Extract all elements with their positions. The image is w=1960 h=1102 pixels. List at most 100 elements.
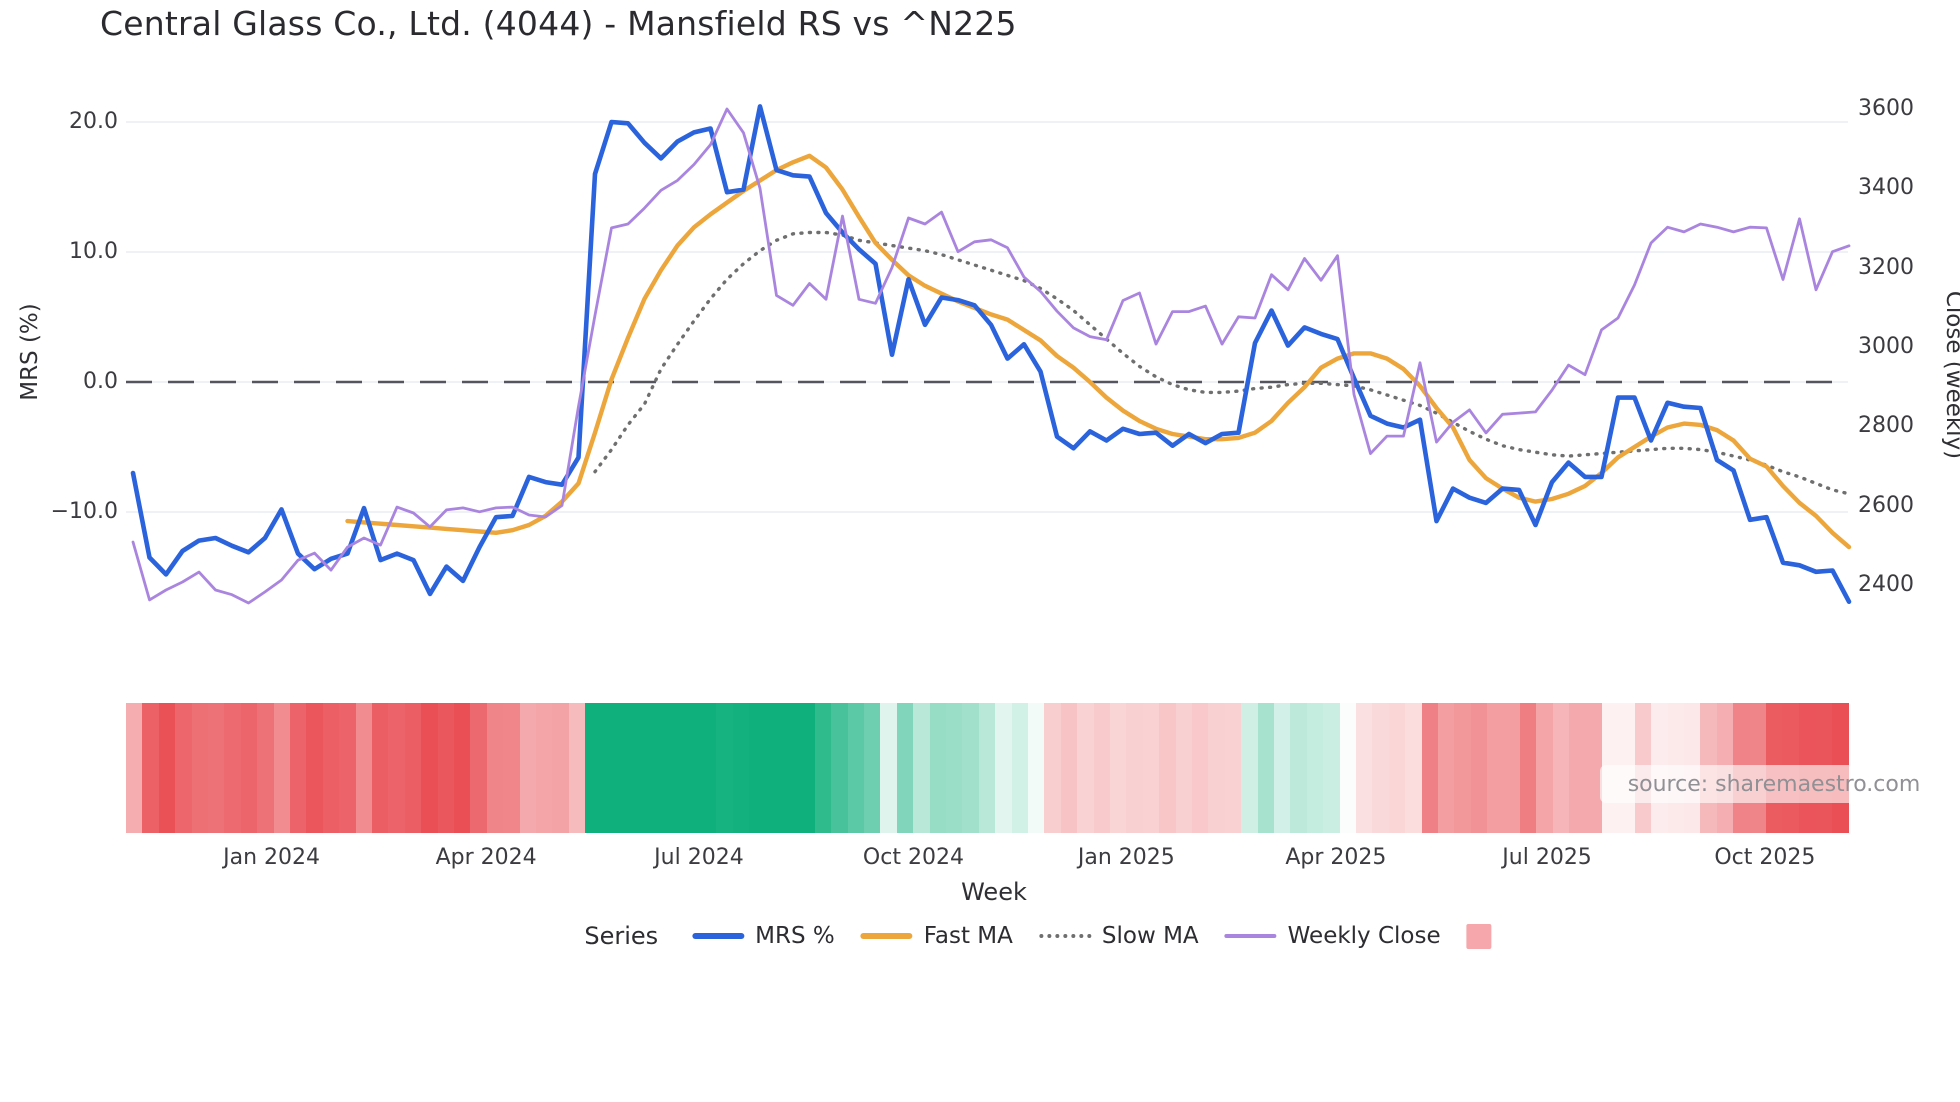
heatmap-cell — [732, 703, 750, 833]
watermark-text: source: sharemaestro.com — [1627, 771, 1921, 797]
heatmap-cell — [618, 703, 636, 833]
legend-item-slow-ma: Slow MA — [1038, 923, 1199, 949]
heatmap-cell — [1323, 703, 1341, 833]
legend-item-label: MRS % — [755, 923, 835, 949]
legend-title: Series — [584, 922, 659, 950]
legend-line-swatch — [692, 933, 745, 939]
heatmap-cell — [208, 703, 226, 833]
heatmap-cell — [847, 703, 865, 833]
heatmap-cell — [1552, 703, 1570, 833]
heatmap-cell — [486, 703, 504, 833]
x-tick-label: Jan 2025 — [1077, 845, 1175, 870]
heatmap-cell — [1438, 703, 1456, 833]
heatmap-cell — [601, 703, 619, 833]
heatmap-cell — [667, 703, 685, 833]
right-tick-label: 2600 — [1858, 492, 1914, 518]
heatmap-cell — [683, 703, 701, 833]
series-line-slow-ma — [593, 230, 1851, 496]
heatmap-cell — [536, 703, 554, 833]
heatmap-cell — [1339, 703, 1357, 833]
heatmap-cell — [1306, 703, 1324, 833]
heatmap-cell — [831, 703, 849, 833]
heatmap-cell — [814, 703, 832, 833]
heatmap-cell — [749, 703, 767, 833]
heatmap-strip — [126, 703, 1849, 833]
heatmap-cell — [798, 703, 816, 833]
heatmap-cell — [1044, 703, 1062, 833]
heatmap-cell — [1192, 703, 1210, 833]
heatmap-cell — [978, 703, 996, 833]
heatmap-cell — [355, 703, 373, 833]
heatmap-cell — [290, 703, 308, 833]
heatmap-cell — [1536, 703, 1554, 833]
x-axis-title: Week — [961, 878, 1027, 906]
legend-item-label: Slow MA — [1101, 923, 1199, 949]
heatmap-cell — [716, 703, 734, 833]
heatmap-cell — [700, 703, 718, 833]
heatmap-cell — [1257, 703, 1275, 833]
heatmap-cell — [224, 703, 242, 833]
heatmap-cell — [1454, 703, 1472, 833]
heatmap-cell — [1290, 703, 1308, 833]
watermark: source: sharemaestro.com — [1600, 765, 1948, 803]
heatmap-cell — [273, 703, 291, 833]
right-tick-label: 3000 — [1858, 333, 1914, 359]
legend-dotted-swatch — [1038, 934, 1091, 938]
heatmap-cell — [1241, 703, 1259, 833]
left-tick-label: −10.0 — [50, 499, 118, 524]
heatmap-cell — [1388, 703, 1406, 833]
heatmap-cell — [339, 703, 357, 833]
heatmap-cell — [1470, 703, 1488, 833]
heatmap-cell — [995, 703, 1013, 833]
heatmap-cell — [388, 703, 406, 833]
heatmap-cell — [1159, 703, 1177, 833]
x-tick-label: Jul 2024 — [654, 845, 744, 870]
heatmap-cell — [126, 703, 144, 833]
heatmap-cell — [568, 703, 586, 833]
heatmap-cell — [519, 703, 537, 833]
left-tick-label: 20.0 — [69, 109, 118, 134]
heatmap-cell — [191, 703, 209, 833]
figure: Central Glass Co., Ltd. (4044) - Mansfie… — [0, 0, 1960, 1102]
right-tick-label: 3400 — [1858, 175, 1914, 201]
heatmap-legend-swatch — [1466, 923, 1492, 949]
heatmap-cell — [765, 703, 783, 833]
right-tick-label: 2800 — [1858, 413, 1914, 439]
heatmap-cell — [1569, 703, 1587, 833]
heatmap-cell — [372, 703, 390, 833]
heatmap-cell — [1487, 703, 1505, 833]
x-tick-label: Jan 2024 — [223, 845, 321, 870]
legend-line-swatch — [860, 933, 913, 939]
legend-item-label: Weekly Close — [1287, 923, 1441, 949]
legend-item-heatmap — [1466, 923, 1492, 949]
heatmap-cell — [896, 703, 914, 833]
heatmap-cell — [1126, 703, 1144, 833]
heatmap-cell — [1110, 703, 1128, 833]
heatmap-cell — [634, 703, 652, 833]
x-tick-label: Oct 2025 — [1714, 845, 1816, 870]
heatmap-cell — [1356, 703, 1374, 833]
series-line-weekly-close — [131, 107, 1851, 605]
heatmap-cell — [1274, 703, 1292, 833]
heatmap-cell — [1077, 703, 1095, 833]
heatmap-cell — [142, 703, 160, 833]
heatmap-cell — [1224, 703, 1242, 833]
heatmap-cell — [864, 703, 882, 833]
legend-line-swatch — [1224, 934, 1277, 938]
heatmap-cell — [454, 703, 472, 833]
heatmap-cell — [1208, 703, 1226, 833]
heatmap-cell — [1520, 703, 1538, 833]
heatmap-cell — [1421, 703, 1439, 833]
x-tick-label: Apr 2025 — [1285, 845, 1387, 870]
heatmap-cell — [421, 703, 439, 833]
legend-item-fast-ma: Fast MA — [860, 923, 1013, 949]
legend-item-mrs-: MRS % — [692, 923, 835, 949]
x-tick-label: Apr 2024 — [435, 845, 537, 870]
heatmap-cell — [552, 703, 570, 833]
heatmap-cell — [257, 703, 275, 833]
heatmap-cell — [880, 703, 898, 833]
heatmap-cell — [1142, 703, 1160, 833]
heatmap-cell — [404, 703, 422, 833]
x-tick-label: Oct 2024 — [862, 845, 964, 870]
legend-item-label: Fast MA — [923, 923, 1013, 949]
